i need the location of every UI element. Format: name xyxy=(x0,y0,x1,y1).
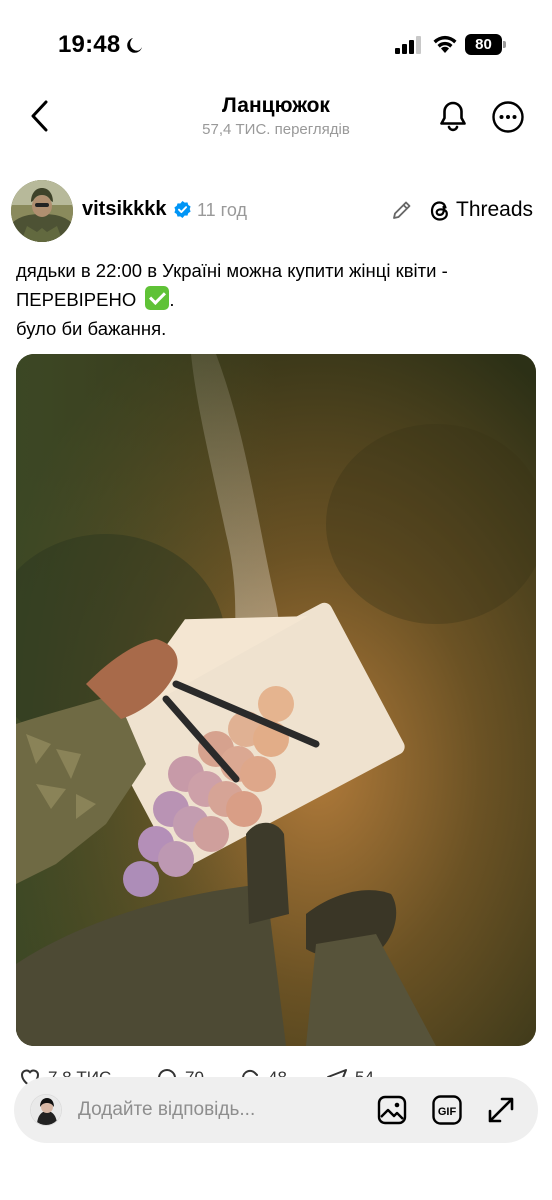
moon-icon xyxy=(127,38,142,53)
avatar-image xyxy=(11,180,73,242)
thread-header: Ланцюжок 57,4 ТИС. переглядів xyxy=(0,90,552,150)
check-mark-icon xyxy=(145,286,170,310)
battery-indicator: 80 xyxy=(465,34,507,55)
reply-avatar-image xyxy=(31,1095,61,1125)
avatar[interactable] xyxy=(11,180,73,242)
post-text-line: дядьки в 22:00 в Україні можна купити жі… xyxy=(16,260,448,281)
expand-icon[interactable] xyxy=(486,1095,516,1125)
gif-icon[interactable]: GIF xyxy=(432,1095,462,1125)
bell-icon[interactable] xyxy=(436,99,470,133)
threads-logo-icon[interactable] xyxy=(428,199,452,223)
status-time: 19:48 xyxy=(58,31,121,58)
post-text-line: було би бажання. xyxy=(16,318,167,339)
post-timestamp: 11 год xyxy=(197,200,247,220)
status-bar: 19:48 80 xyxy=(0,0,552,90)
battery-level: 80 xyxy=(475,36,492,53)
image-icon[interactable] xyxy=(377,1095,407,1125)
verified-icon xyxy=(174,200,191,219)
threads-link-label[interactable]: Threads xyxy=(456,198,533,222)
wifi-icon xyxy=(433,35,457,53)
reply-avatar xyxy=(30,1094,62,1126)
reply-bar: Додайте відповідь... GIF xyxy=(14,1077,538,1143)
pencil-icon[interactable] xyxy=(390,198,414,222)
svg-text:GIF: GIF xyxy=(438,1106,457,1118)
post-photo-image xyxy=(16,354,536,1046)
cellular-signal-icon xyxy=(395,36,421,54)
post-text-verified-word: ПЕРЕВІРЕНО xyxy=(16,289,137,310)
battery-cap xyxy=(503,41,506,48)
post-photo[interactable] xyxy=(16,354,536,1046)
post-text: дядьки в 22:00 в Україні можна купити жі… xyxy=(16,256,541,343)
username[interactable]: vitsikkkk xyxy=(82,198,167,221)
post-text-line: ПЕРЕВІРЕНО . xyxy=(16,285,541,314)
reply-input[interactable]: Додайте відповідь... xyxy=(78,1099,255,1121)
more-icon[interactable] xyxy=(491,100,525,134)
